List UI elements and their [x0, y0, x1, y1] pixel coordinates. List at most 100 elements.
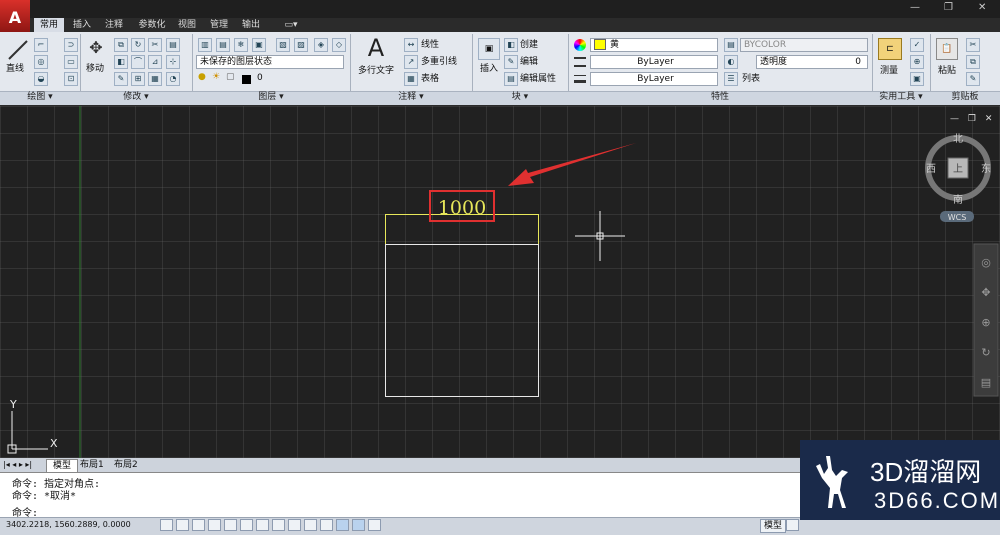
tab-view[interactable]: 视图 — [174, 18, 200, 32]
layout-nav-arrows[interactable]: |◂ ◂ ▸ ▸| — [3, 458, 32, 472]
nav-orbit-icon[interactable]: ↻ — [981, 346, 990, 359]
mleader-icon[interactable]: ↗ — [404, 55, 418, 69]
viewcube-east[interactable]: 东 — [981, 162, 991, 175]
viewcube-west[interactable]: 西 — [926, 164, 936, 175]
nav-zoom-icon[interactable]: ⊕ — [981, 316, 990, 329]
object-snap-icon[interactable] — [240, 519, 253, 531]
lineweight-dropdown[interactable]: ByLayer — [590, 72, 718, 86]
offset-icon[interactable]: ◔ — [166, 72, 180, 86]
viewcube-north[interactable]: 北 — [953, 133, 963, 145]
quick-calc-icon[interactable]: ✓ — [910, 38, 924, 52]
layout-view-icon[interactable] — [786, 519, 799, 531]
tab-parametric[interactable]: 参数化 — [133, 18, 171, 32]
layer-state-dropdown[interactable]: 未保存的图层状态 — [196, 55, 344, 69]
snap-mode-icon[interactable] — [176, 519, 189, 531]
select-similar-icon[interactable]: ⊕ — [910, 55, 924, 69]
rotate-icon[interactable]: ↻ — [131, 38, 145, 52]
list-label[interactable]: 列表 — [742, 72, 760, 86]
minimize-icon[interactable]: — — [910, 2, 920, 13]
panel-layers-label[interactable]: 图层 ▾ — [192, 91, 350, 104]
erase-icon[interactable]: ✎ — [114, 72, 128, 86]
close-icon[interactable]: ✕ — [978, 2, 986, 13]
arc-icon[interactable]: ◒ — [34, 72, 48, 86]
create-block-label[interactable]: 创建 — [520, 38, 538, 52]
tab-insert[interactable]: 插入 — [68, 18, 96, 32]
linear-dim-icon[interactable]: ↔ — [404, 38, 418, 52]
stretch-icon[interactable]: ⊿ — [148, 55, 162, 69]
quick-properties-icon[interactable] — [352, 519, 365, 531]
copy-icon[interactable]: ⧉ — [114, 38, 128, 52]
polyline-icon[interactable]: ⌐ — [34, 38, 48, 52]
layer-freeze-icon[interactable]: ❄ — [234, 38, 248, 52]
array-icon[interactable]: ▦ — [148, 72, 162, 86]
match-properties-icon[interactable]: ✎ — [966, 72, 980, 86]
move-button-label[interactable]: 移动 — [86, 62, 104, 76]
layer-walk-icon[interactable]: ◈ — [314, 38, 328, 52]
tab-annotate[interactable]: 注释 — [100, 18, 128, 32]
panel-annotation-label[interactable]: 注释 ▾ — [350, 91, 472, 104]
layout-tab-layout1[interactable]: 布局1 — [76, 459, 108, 472]
coordinates-readout[interactable]: 3402.2218, 1560.2889, 0.0000 — [6, 519, 131, 531]
layer-name-dropdown[interactable]: 0 — [254, 72, 344, 86]
3d-object-snap-icon[interactable] — [256, 519, 269, 531]
app-logo-button[interactable]: A — [0, 0, 30, 34]
linetype-dropdown[interactable]: ByLayer — [590, 55, 718, 69]
paste-label[interactable]: 粘贴 — [938, 64, 956, 78]
panel-properties-label[interactable]: 特性 — [568, 91, 872, 104]
ortho-mode-icon[interactable] — [208, 519, 221, 531]
layout-tab-layout2[interactable]: 布局2 — [110, 459, 142, 472]
color-dropdown[interactable]: 黄 — [590, 38, 718, 52]
transparency-field[interactable]: 透明度 0 — [756, 55, 868, 69]
line-button-label[interactable]: 直线 — [6, 62, 24, 76]
list-icon[interactable]: ☰ — [724, 72, 738, 86]
mtext-icon[interactable]: A — [362, 34, 390, 62]
transparency-toggle-icon[interactable] — [336, 519, 349, 531]
dynamic-input-icon[interactable] — [304, 519, 317, 531]
panel-utilities-label[interactable]: 实用工具 ▾ — [872, 91, 930, 104]
plotstyle-dropdown[interactable]: BYCOLOR — [740, 38, 868, 52]
edit-attributes-icon[interactable]: ▤ — [504, 72, 518, 86]
model-space-button[interactable]: 模型 — [760, 519, 787, 533]
layer-merge-icon[interactable]: ◇ — [332, 38, 346, 52]
id-point-icon[interactable]: ▣ — [910, 72, 924, 86]
tab-manage[interactable]: 管理 — [206, 18, 232, 32]
table-icon[interactable]: ▦ — [404, 72, 418, 86]
dynamic-ucs-icon[interactable] — [288, 519, 301, 531]
edit-block-icon[interactable]: ✎ — [504, 55, 518, 69]
restore-icon[interactable]: ❐ — [944, 2, 953, 13]
fillet-icon[interactable]: ⌒ — [131, 55, 145, 69]
panel-clipboard-label[interactable]: 剪贴板 — [930, 91, 1000, 104]
edit-block-label[interactable]: 编辑 — [520, 55, 538, 69]
hatch-icon[interactable]: ▭ — [64, 55, 78, 69]
viewcube-south[interactable]: 南 — [953, 193, 963, 206]
copy-clip-icon[interactable]: ⧉ — [966, 55, 980, 69]
insert-block-icon[interactable]: ▣ — [478, 38, 500, 60]
layer-state-icon[interactable]: ▤ — [216, 38, 230, 52]
circle-icon[interactable]: ◎ — [34, 55, 48, 69]
paste-icon[interactable]: 📋 — [936, 38, 958, 60]
move-icon[interactable]: ✥ — [86, 38, 106, 60]
mtext-button-label[interactable]: 多行文字 — [358, 64, 394, 78]
trim-icon[interactable]: ✂ — [148, 38, 162, 52]
drawn-rectangle[interactable] — [385, 244, 539, 397]
tab-home[interactable]: 常用 — [34, 18, 64, 32]
nav-wheel-icon[interactable]: ◎ — [981, 256, 991, 269]
insert-block-label[interactable]: 插入 — [480, 62, 498, 76]
dimension-text[interactable]: 1000 — [438, 197, 486, 219]
linear-dim-label[interactable]: 线性 — [421, 38, 439, 52]
panel-draw-label[interactable]: 绘图 ▾ — [0, 91, 80, 104]
snap-tracking-icon[interactable] — [272, 519, 285, 531]
explode-icon[interactable]: ⊹ — [166, 55, 180, 69]
create-block-icon[interactable]: ◧ — [504, 38, 518, 52]
polar-tracking-icon[interactable] — [224, 519, 237, 531]
layer-properties-icon[interactable]: ▥ — [198, 38, 212, 52]
lineweight-toggle-icon[interactable] — [320, 519, 333, 531]
line-icon[interactable] — [6, 38, 30, 62]
ribbon-options-icon[interactable]: ▭▾ — [282, 18, 300, 32]
table-label[interactable]: 表格 — [421, 72, 439, 86]
layer-unisolate-icon[interactable]: ▨ — [294, 38, 308, 52]
rectangle-icon[interactable]: ⊃ — [64, 38, 78, 52]
grid-display-icon[interactable] — [192, 519, 205, 531]
cut-icon[interactable]: ✂ — [966, 38, 980, 52]
nav-pan-icon[interactable]: ✥ — [981, 286, 990, 299]
